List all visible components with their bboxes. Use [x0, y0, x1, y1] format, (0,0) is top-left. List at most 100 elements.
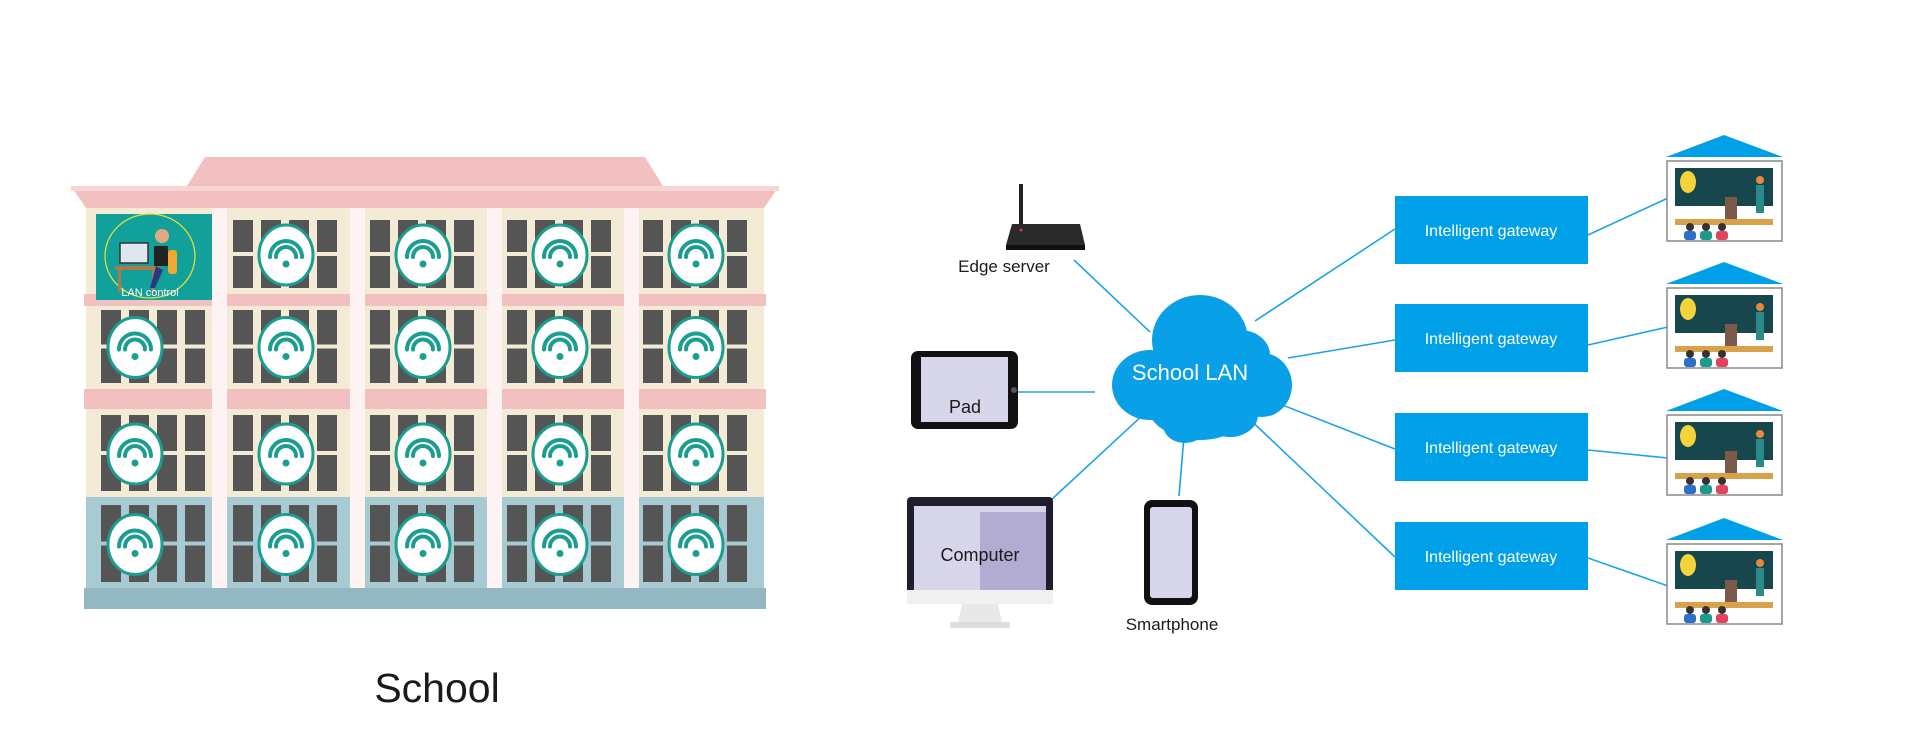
edge-server-label: Edge server — [958, 257, 1050, 276]
lectern — [1725, 451, 1737, 473]
window-pane — [727, 256, 747, 288]
smartphone-label: Smartphone — [1126, 615, 1219, 634]
window-pane — [507, 348, 527, 383]
window-pane — [507, 220, 527, 252]
wifi-icon — [667, 513, 725, 576]
student-icon — [1718, 223, 1726, 231]
link-classroom-1 — [1587, 197, 1669, 236]
window-pane — [591, 455, 611, 491]
student-icon — [1718, 350, 1726, 358]
classroom-4 — [1666, 518, 1783, 625]
wifi-icon — [257, 223, 315, 287]
person-icon — [155, 229, 169, 243]
link-gateway-1 — [1254, 228, 1396, 322]
window-pane — [591, 505, 611, 542]
cornice-highlight — [71, 186, 779, 191]
intelligent-gateway-3: Intelligent gateway — [1395, 413, 1588, 481]
window-pane — [233, 348, 253, 383]
school-lan-cloud: School LAN — [1112, 295, 1292, 443]
intelligent-gateway-1: Intelligent gateway — [1395, 196, 1588, 264]
window-pane — [185, 348, 205, 383]
pad-label: Pad — [949, 397, 981, 417]
window-pane — [454, 545, 474, 582]
window-pane — [591, 545, 611, 582]
lightbulb-icon — [1680, 171, 1696, 193]
window-pane — [591, 256, 611, 288]
wifi-icon — [394, 223, 452, 287]
window-pane — [507, 505, 527, 542]
window-pane — [185, 455, 205, 491]
wifi-icon — [667, 223, 725, 287]
classroom-3 — [1666, 389, 1783, 496]
wifi-icon — [257, 422, 315, 486]
window-pane — [317, 256, 337, 288]
school-label: School — [374, 665, 499, 711]
pillar — [487, 208, 502, 588]
window-pane — [727, 415, 747, 451]
teacher-icon — [1756, 176, 1764, 184]
floor-band-2 — [84, 389, 766, 409]
classroom-roof — [1666, 389, 1783, 411]
window-pane — [185, 545, 205, 582]
gateway-label: Intelligent gateway — [1425, 331, 1558, 348]
window-pane — [454, 415, 474, 451]
window-pane — [643, 220, 663, 252]
router-icon — [1006, 224, 1085, 245]
wifi-icon — [531, 316, 589, 379]
pillar — [350, 208, 365, 588]
window-pane — [727, 455, 747, 491]
window-pane — [591, 220, 611, 252]
window-pane — [727, 220, 747, 252]
link-computer — [1050, 412, 1146, 501]
window-pane — [643, 545, 663, 582]
window-pane — [317, 348, 337, 383]
window-pane — [507, 310, 527, 345]
window-pane — [507, 415, 527, 451]
window-pane — [643, 256, 663, 288]
window-pane — [317, 505, 337, 542]
link-gateway-4 — [1242, 412, 1396, 558]
gateway-label: Intelligent gateway — [1425, 223, 1558, 240]
student-icon — [1686, 477, 1694, 485]
pad-device: Pad — [911, 351, 1018, 429]
window-pane — [727, 505, 747, 542]
link-classroom-2 — [1587, 326, 1669, 346]
window-pane — [317, 310, 337, 345]
classroom-roof — [1666, 262, 1783, 284]
window-pane — [727, 545, 747, 582]
window-pane — [233, 310, 253, 345]
classroom-roof — [1666, 518, 1783, 540]
window-pane — [507, 455, 527, 491]
window-pane — [643, 348, 663, 383]
pillar — [212, 208, 227, 588]
window-pane — [185, 415, 205, 451]
window-pane — [233, 505, 253, 542]
window-pane — [370, 415, 390, 451]
school-lan-diagram: LAN control School Edge server School LA… — [0, 0, 1920, 755]
cloud-label: School LAN — [1132, 360, 1248, 385]
lightbulb-icon — [1680, 554, 1696, 576]
window-pane — [643, 505, 663, 542]
window-pane — [233, 256, 253, 288]
window-pane — [591, 348, 611, 383]
window-pane — [643, 455, 663, 491]
lightbulb-icon — [1680, 425, 1696, 447]
lan-control-panel: LAN control — [96, 213, 212, 300]
student-icon — [1686, 350, 1694, 358]
school-building: LAN control — [71, 157, 779, 609]
wifi-icon — [394, 316, 452, 379]
wifi-icon — [531, 223, 589, 287]
wifi-icon — [257, 316, 315, 379]
classroom-2 — [1666, 262, 1783, 369]
student-icon — [1686, 223, 1694, 231]
window-pane — [233, 545, 253, 582]
computer-label: Computer — [940, 545, 1019, 565]
window-pane — [233, 220, 253, 252]
window-pane — [643, 415, 663, 451]
lectern — [1725, 580, 1737, 602]
lectern — [1725, 324, 1737, 346]
window-pane — [185, 505, 205, 542]
student-icon — [1702, 223, 1710, 231]
window-pane — [233, 455, 253, 491]
window-pane — [370, 220, 390, 252]
